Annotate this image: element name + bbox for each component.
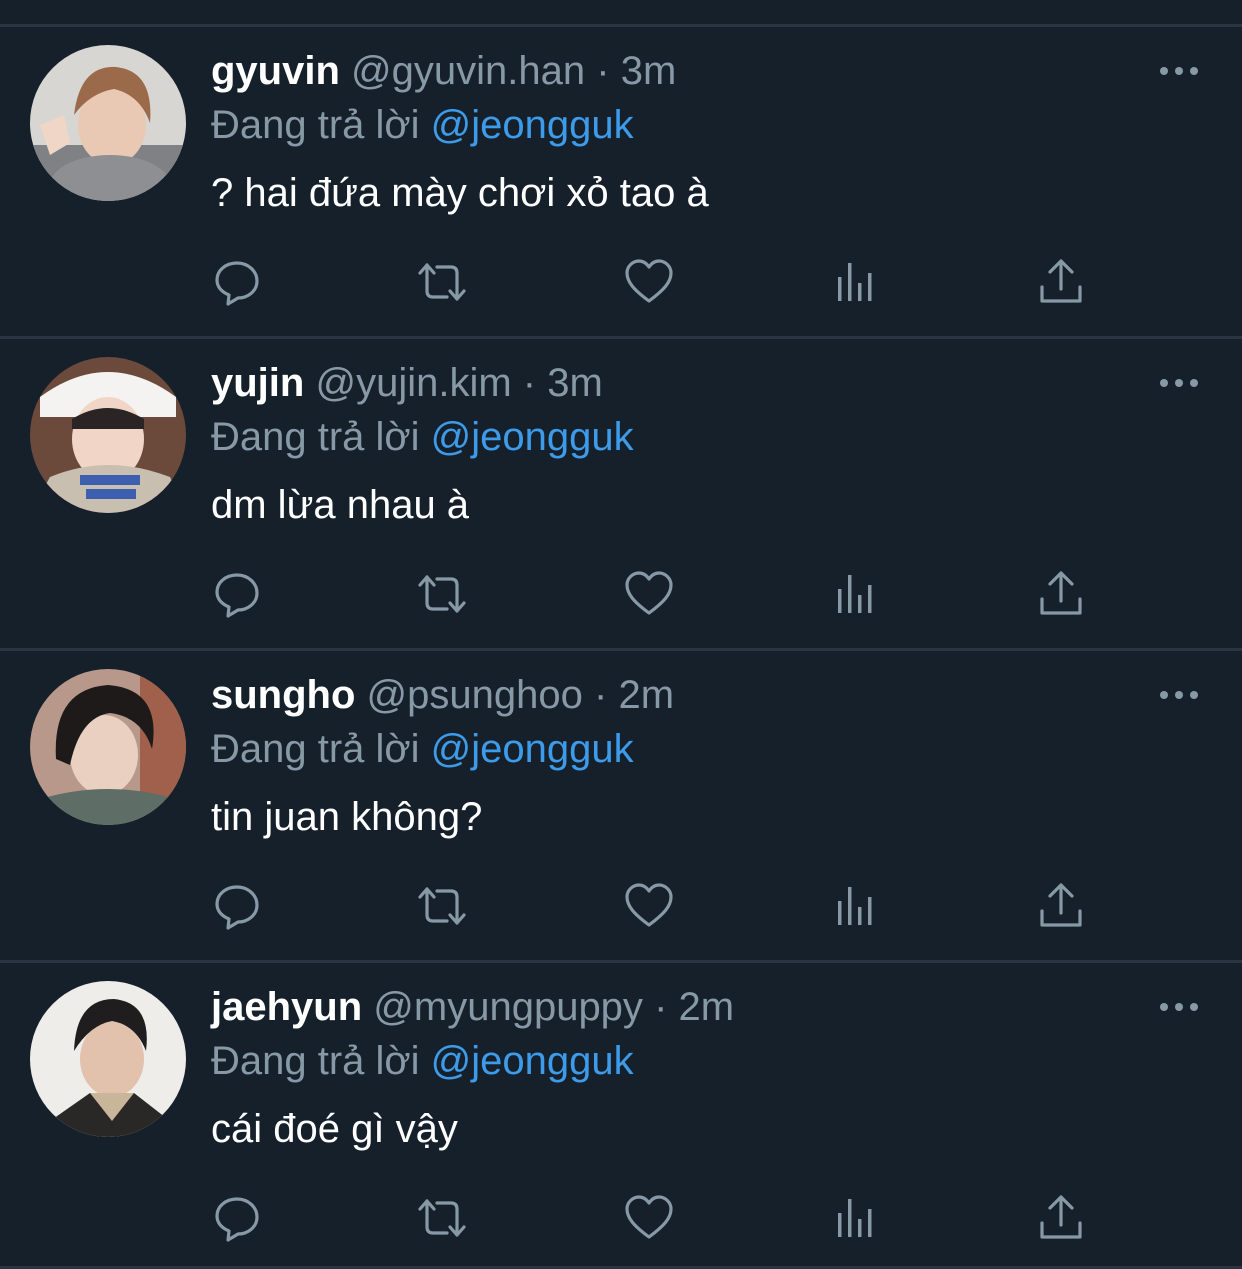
more-options-icon[interactable] [1158, 685, 1200, 705]
share-icon[interactable] [1036, 569, 1086, 619]
views-icon[interactable] [830, 257, 880, 307]
more-options-icon[interactable] [1158, 61, 1200, 81]
views-icon[interactable] [830, 569, 880, 619]
tweet-text: ? hai đứa mày chơi xỏ tao à [211, 171, 709, 215]
timestamp[interactable]: 3m [547, 361, 603, 405]
mention-link[interactable]: @jeongguk [431, 727, 634, 771]
like-icon[interactable] [624, 569, 674, 619]
avatar-image [30, 981, 186, 1137]
tweet-text: tin juan không? [211, 795, 483, 839]
more-options-icon[interactable] [1158, 373, 1200, 393]
retweet-icon[interactable] [417, 569, 467, 619]
mention-link[interactable]: @jeongguk [431, 1039, 634, 1083]
avatar[interactable] [30, 357, 186, 513]
handle[interactable]: @yujin.kim [315, 361, 511, 405]
replying-to: Đang trả lời @jeongguk [211, 99, 634, 151]
retweet-icon[interactable] [417, 257, 467, 307]
display-name[interactable]: sungho [211, 673, 355, 717]
replying-prefix: Đang trả lời [211, 727, 420, 771]
tweet[interactable]: sungho @psunghoo · 2m Đang trả lời @jeon… [0, 651, 1242, 963]
like-icon[interactable] [624, 1193, 674, 1243]
tweet-header: sungho @psunghoo · 2m [211, 669, 674, 721]
reply-icon[interactable] [212, 257, 262, 307]
separator-dot: · [594, 673, 608, 717]
replying-prefix: Đang trả lời [211, 1039, 420, 1083]
avatar[interactable] [30, 981, 186, 1137]
share-icon[interactable] [1036, 881, 1086, 931]
tweet-header: jaehyun @myungpuppy · 2m [211, 981, 734, 1033]
mention-link[interactable]: @jeongguk [431, 103, 634, 147]
handle[interactable]: @gyuvin.han [351, 49, 585, 93]
tweet-header: yujin @yujin.kim · 3m [211, 357, 603, 409]
separator-dot: · [654, 985, 668, 1029]
tweet-actions [0, 1193, 1242, 1249]
handle[interactable]: @myungpuppy [373, 985, 643, 1029]
avatar-image [30, 357, 186, 513]
tweet-actions [0, 881, 1242, 937]
tweet[interactable]: jaehyun @myungpuppy · 2m Đang trả lời @j… [0, 963, 1242, 1269]
reply-icon[interactable] [212, 569, 262, 619]
like-icon[interactable] [624, 881, 674, 931]
display-name[interactable]: gyuvin [211, 49, 340, 93]
more-options-icon[interactable] [1158, 997, 1200, 1017]
replying-prefix: Đang trả lời [211, 103, 420, 147]
separator-dot: · [522, 361, 537, 405]
display-name[interactable]: yujin [211, 361, 304, 405]
mention-link[interactable]: @jeongguk [431, 415, 634, 459]
tweet-text: cái đoé gì vậy [211, 1107, 458, 1151]
reply-icon[interactable] [212, 881, 262, 931]
avatar-image [30, 669, 186, 825]
timestamp[interactable]: 2m [618, 673, 674, 717]
replying-to: Đang trả lời @jeongguk [211, 1035, 634, 1087]
reply-icon[interactable] [212, 1193, 262, 1243]
separator-dot: · [596, 49, 610, 93]
timestamp[interactable]: 3m [621, 49, 677, 93]
replying-to: Đang trả lời @jeongguk [211, 411, 634, 463]
avatar[interactable] [30, 45, 186, 201]
share-icon[interactable] [1036, 257, 1086, 307]
tweet[interactable]: gyuvin @gyuvin.han · 3m Đang trả lời @je… [0, 27, 1242, 339]
replying-to: Đang trả lời @jeongguk [211, 723, 634, 775]
like-icon[interactable] [624, 257, 674, 307]
retweet-icon[interactable] [417, 1193, 467, 1243]
avatar-image [30, 45, 186, 201]
views-icon[interactable] [830, 881, 880, 931]
handle[interactable]: @psunghoo [367, 673, 583, 717]
share-icon[interactable] [1036, 1193, 1086, 1243]
tweet[interactable]: yujin @yujin.kim · 3m Đang trả lời @jeon… [0, 339, 1242, 651]
tweet-header: gyuvin @gyuvin.han · 3m [211, 45, 676, 97]
tweet-actions [0, 257, 1242, 313]
replying-prefix: Đang trả lời [211, 415, 420, 459]
tweet-actions [0, 569, 1242, 625]
tweet-text: dm lừa nhau à [211, 483, 470, 527]
display-name[interactable]: jaehyun [211, 985, 362, 1029]
avatar[interactable] [30, 669, 186, 825]
retweet-icon[interactable] [417, 881, 467, 931]
views-icon[interactable] [830, 1193, 880, 1243]
timestamp[interactable]: 2m [679, 985, 735, 1029]
